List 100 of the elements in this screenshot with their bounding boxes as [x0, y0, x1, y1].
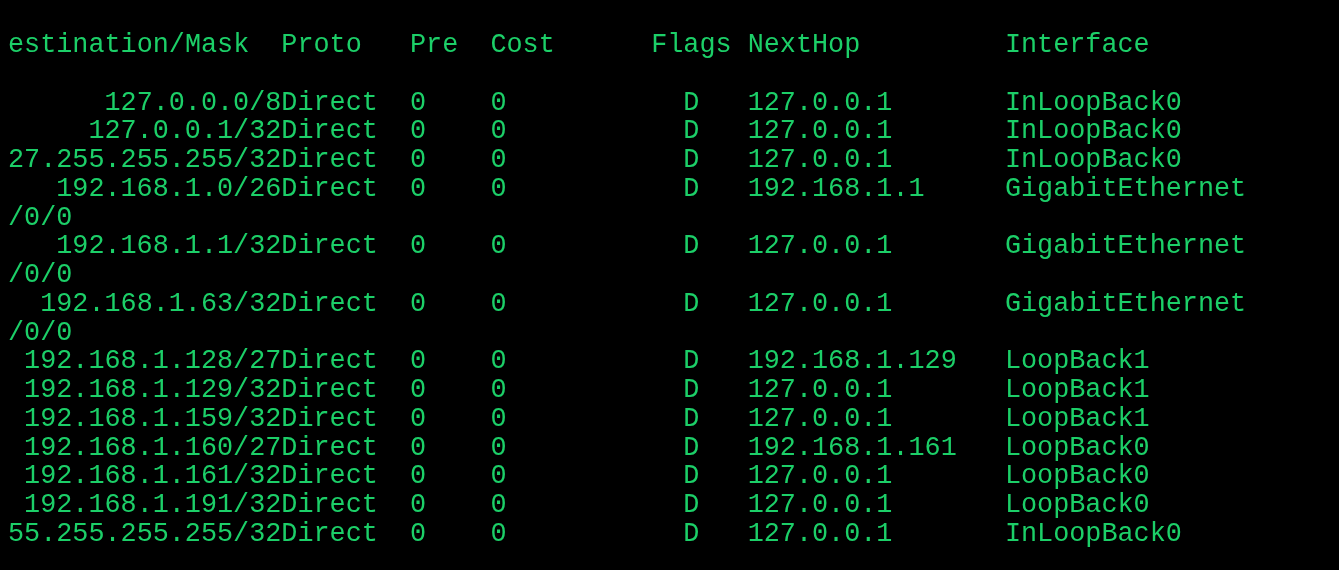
table-cell: D [683, 519, 700, 549]
table-cell: 192.168.1.161/32 [24, 462, 282, 491]
table-cell: 27.255.255.255/32 [8, 146, 282, 175]
table-cell: 0 [410, 347, 427, 376]
table-cell: 127.0.0.1/32 [88, 117, 282, 146]
table-cell: 0 [490, 117, 507, 146]
table-cell: Direct [281, 88, 378, 118]
table-cell: InLoopBack0 [1004, 519, 1182, 549]
table-cell: 192.168.1.1/32 [56, 232, 282, 261]
column-header: Cost [490, 31, 555, 60]
table-cell: 0 [410, 88, 427, 118]
column-header: estination/Mask [8, 31, 250, 60]
table-cell: 0 [490, 88, 507, 118]
table-cell: GigabitEthernet [1004, 174, 1247, 204]
table-cell: 127.0.0.1 [747, 519, 893, 549]
table-cell: 0 [410, 519, 427, 549]
table-cell: LoopBack0 [1004, 491, 1150, 520]
table-cell: D [683, 146, 700, 175]
table-cell: /0/0 [8, 260, 73, 290]
table-cell: Direct [281, 376, 378, 405]
table-cell: 0 [410, 289, 427, 319]
table-cell: 127.0.0.1 [747, 289, 893, 319]
table-cell: 192.168.1.129/32 [24, 376, 282, 405]
table-cell: 0 [490, 376, 507, 405]
table-cell: /0/0 [8, 317, 73, 348]
table-cell: /0/0 [8, 202, 73, 233]
table-cell: GigabitEthernet [1004, 232, 1247, 261]
table-cell: Direct [281, 289, 378, 319]
table-cell: 127.0.0.1 [747, 146, 893, 175]
table-cell: 0 [490, 347, 507, 376]
table-cell: Direct [281, 146, 378, 175]
table-cell: 127.0.0.1 [747, 117, 893, 146]
table-cell: 0 [490, 519, 507, 549]
table-cell: 0 [490, 232, 507, 261]
table-cell: 0 [490, 433, 507, 463]
table-cell: InLoopBack0 [1004, 117, 1182, 146]
table-cell: InLoopBack0 [1004, 146, 1182, 175]
table-cell: 127.0.0.1 [747, 462, 893, 491]
table-cell: D [683, 174, 700, 204]
table-cell: LoopBack1 [1004, 404, 1150, 434]
table-cell: 0 [410, 404, 427, 434]
table-cell: 55.255.255.255/32 [8, 519, 282, 549]
table-cell: 192.168.1.160/27 [24, 433, 282, 463]
table-cell: 127.0.0.0/8 [104, 88, 282, 118]
table-cell: 0 [490, 289, 507, 319]
table-cell: LoopBack1 [1004, 376, 1150, 405]
table-cell: Direct [281, 491, 378, 520]
table-cell: Direct [281, 462, 378, 491]
table-cell: D [683, 376, 700, 405]
table-cell: 192.168.1.129 [747, 347, 957, 376]
table-cell: D [683, 117, 700, 146]
table-cell: 192.168.1.191/32 [24, 491, 282, 520]
table-cell: 0 [410, 174, 427, 204]
table-cell: LoopBack0 [1004, 462, 1150, 491]
table-cell: 192.168.1.128/27 [24, 347, 282, 376]
table-cell: D [683, 289, 700, 319]
table-cell: 192.168.1.161 [747, 433, 957, 463]
table-cell: 127.0.0.1 [747, 376, 893, 405]
table-cell: 0 [490, 146, 507, 175]
table-cell: 0 [410, 462, 427, 491]
table-cell: LoopBack0 [1004, 433, 1150, 463]
table-cell: 0 [410, 376, 427, 405]
table-cell: 0 [490, 404, 507, 434]
table-cell: Direct [281, 117, 378, 146]
table-cell: Direct [281, 347, 378, 376]
column-header: Proto [281, 31, 362, 60]
column-header: NextHop [747, 31, 861, 60]
table-cell: 127.0.0.1 [747, 88, 893, 118]
table-cell: 192.168.1.0/26 [56, 174, 282, 204]
table-cell: 0 [490, 174, 507, 204]
table-cell: 0 [490, 491, 507, 520]
table-cell: Direct [281, 174, 378, 204]
table-cell: Direct [281, 433, 378, 463]
column-header: Pre [410, 31, 459, 60]
table-cell: 127.0.0.1 [747, 404, 893, 434]
table-cell: 192.168.1.63/32 [40, 289, 282, 319]
table-cell: 127.0.0.1 [747, 232, 893, 261]
table-cell: D [683, 347, 700, 376]
table-cell: 192.168.1.1 [747, 174, 925, 204]
table-cell: 0 [410, 232, 427, 261]
table-cell: 0 [410, 146, 427, 175]
column-header: Interface [1004, 31, 1150, 60]
table-cell: 0 [490, 462, 507, 491]
table-cell: 0 [410, 491, 427, 520]
table-cell: Direct [281, 519, 378, 549]
table-cell: D [683, 462, 700, 491]
table-cell: 0 [410, 117, 427, 146]
table-cell: LoopBack1 [1004, 347, 1150, 376]
table-cell: GigabitEthernet [1004, 289, 1247, 319]
table-cell: D [683, 232, 700, 261]
table-cell: D [683, 491, 700, 520]
table-cell: 192.168.1.159/32 [24, 404, 282, 434]
table-cell: 127.0.0.1 [747, 491, 893, 520]
table-cell: Direct [281, 404, 378, 434]
table-cell: InLoopBack0 [1004, 88, 1182, 118]
table-cell: 0 [410, 433, 427, 463]
table-cell: D [683, 404, 700, 434]
table-cell: D [683, 433, 700, 463]
table-cell: Direct [281, 232, 378, 261]
table-cell: D [683, 88, 700, 118]
